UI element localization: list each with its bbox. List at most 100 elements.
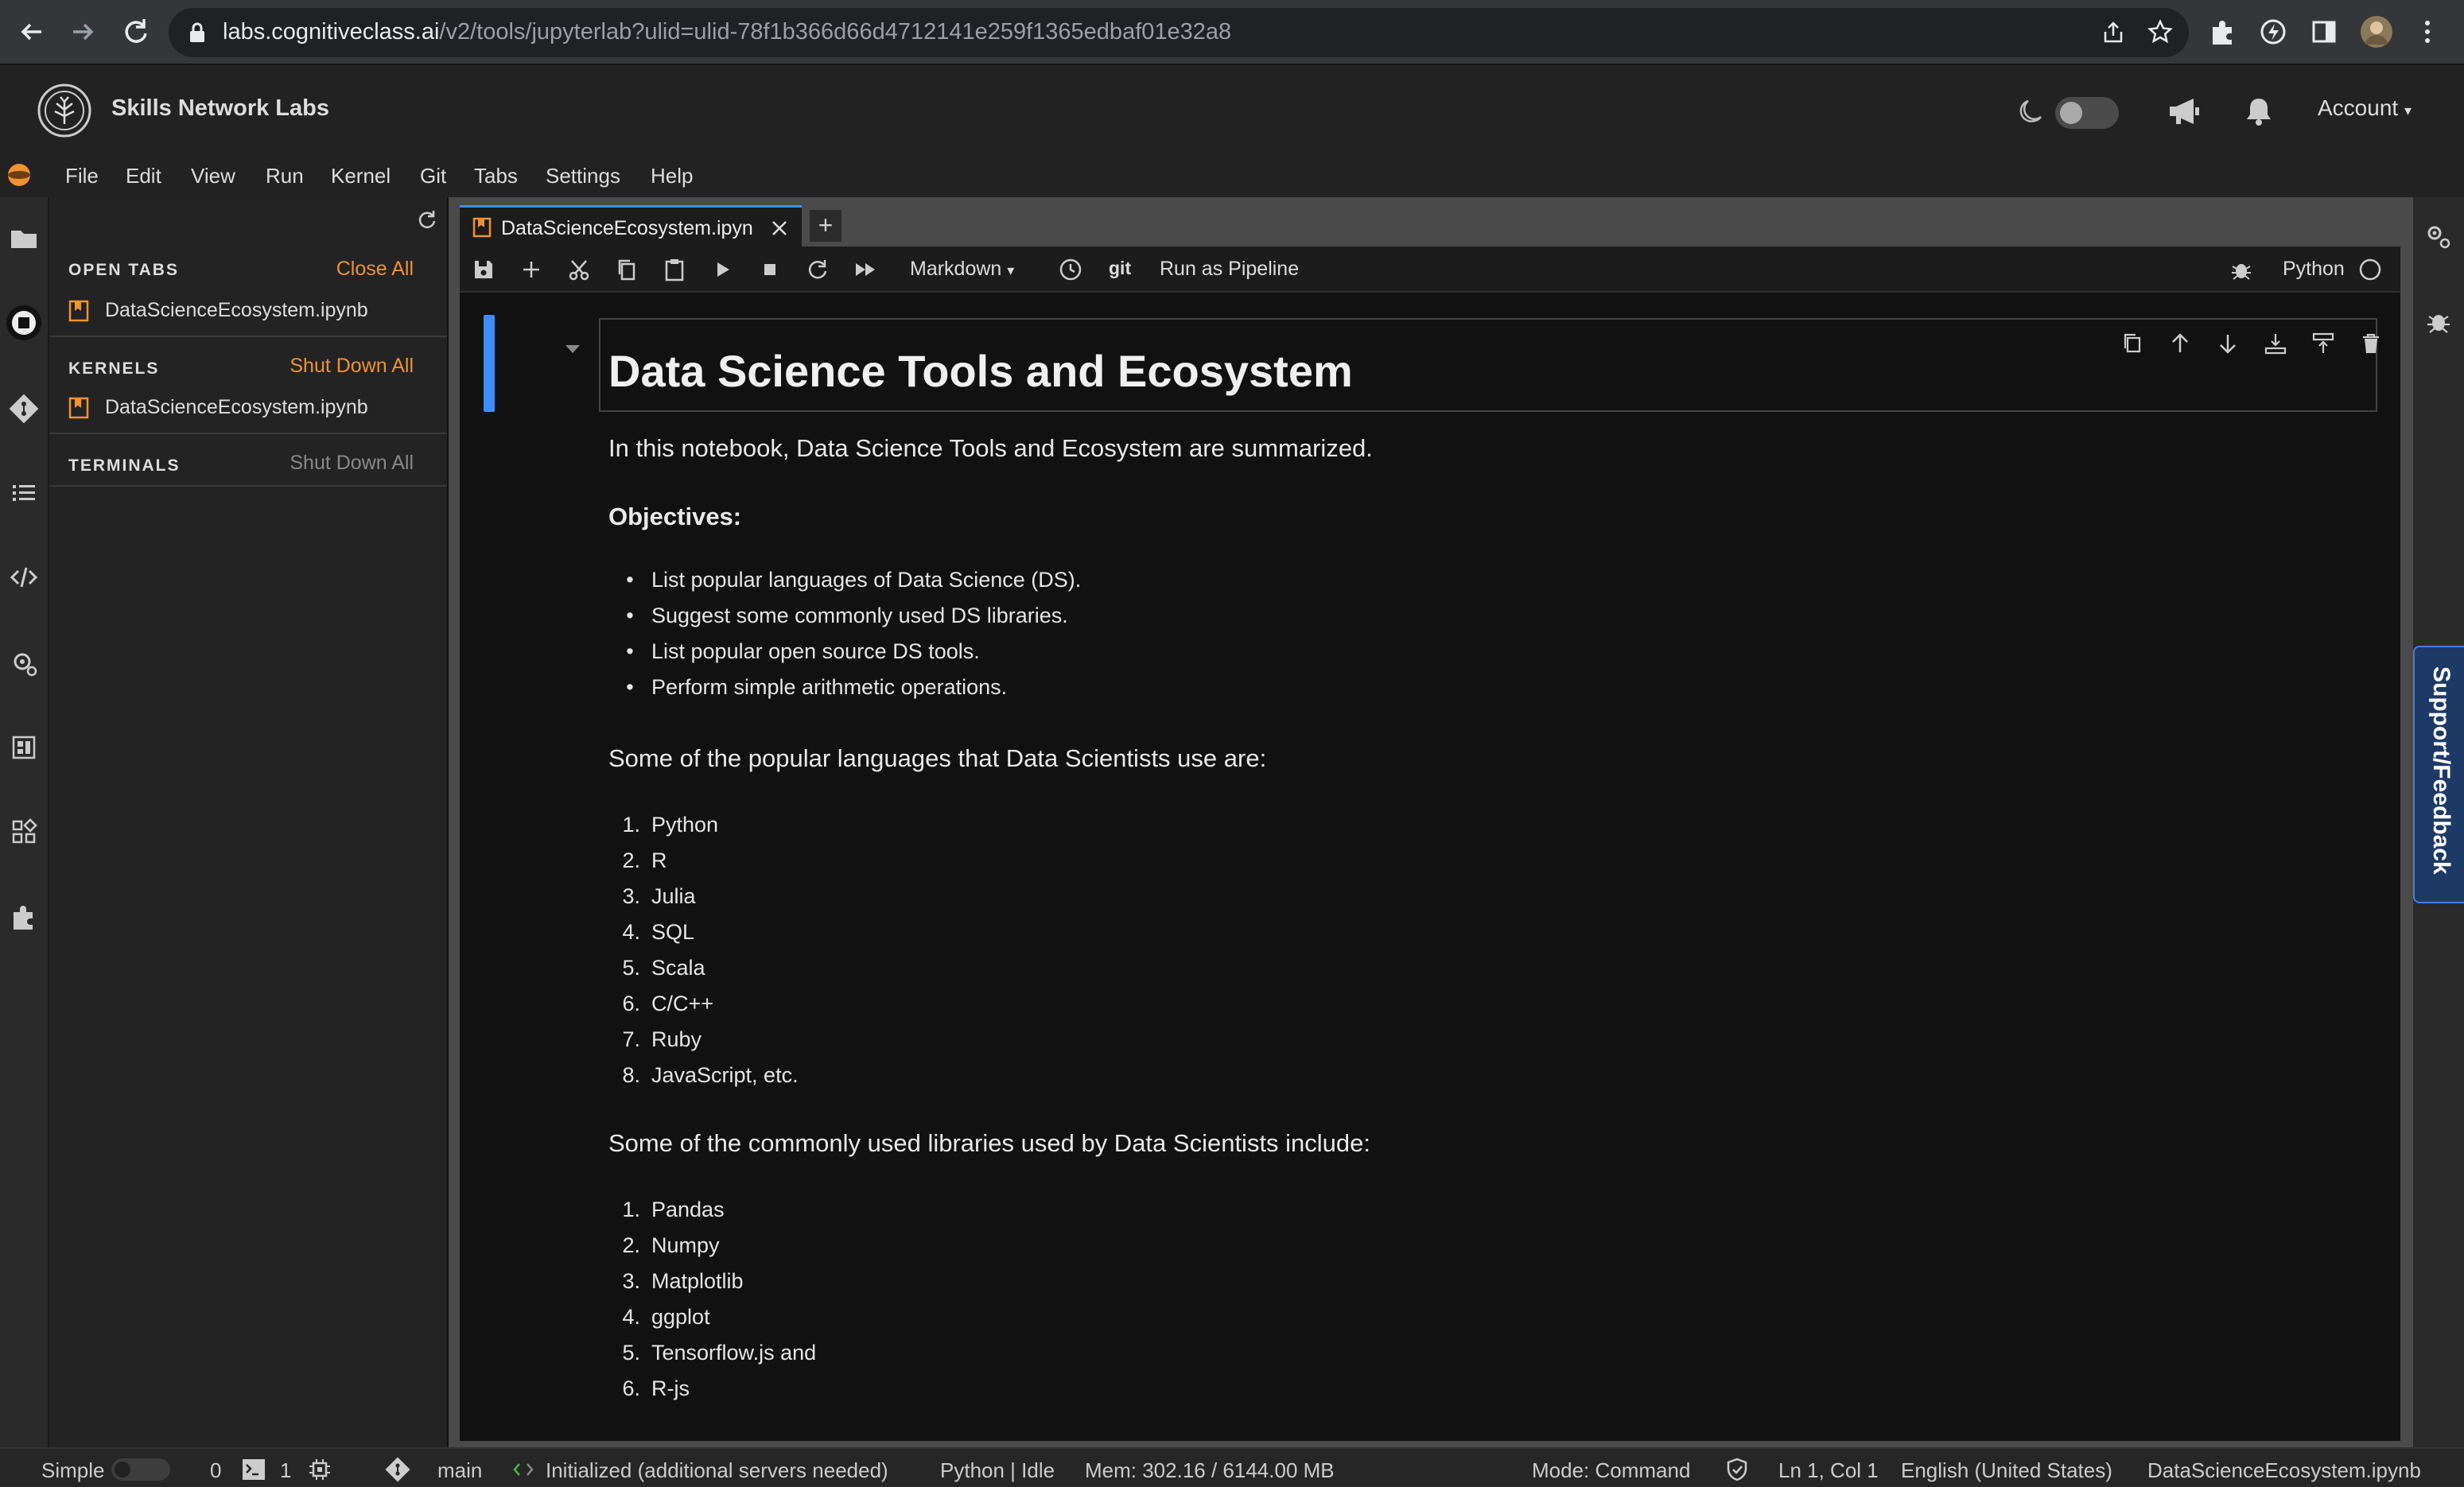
duplicate-cell-icon[interactable] bbox=[2120, 331, 2145, 356]
markdown-cell-heading[interactable]: Data Science Tools and Ecosystem bbox=[599, 318, 2379, 412]
lsp-status[interactable]: Initialized (additional servers needed) bbox=[546, 1458, 888, 1483]
address-bar[interactable]: labs.cognitiveclass.ai/v2/tools/jupyterl… bbox=[169, 8, 2189, 57]
back-icon[interactable] bbox=[14, 14, 49, 49]
debugger-bug-icon[interactable] bbox=[2423, 305, 2454, 337]
extensions-puzzle-icon[interactable] bbox=[2205, 14, 2240, 49]
restart-kernel-icon[interactable] bbox=[805, 257, 830, 282]
language-item: 8. JavaScript, etc. bbox=[622, 1063, 799, 1087]
terminal-count[interactable]: 0 bbox=[210, 1458, 221, 1483]
kernel-idle-circle-icon bbox=[2357, 257, 2383, 282]
running-sessions-stop-icon[interactable] bbox=[6, 305, 41, 340]
git-icon[interactable] bbox=[6, 391, 41, 426]
dark-mode-toggle[interactable] bbox=[2055, 97, 2119, 129]
menu-edit[interactable]: Edit bbox=[126, 164, 161, 188]
property-inspector-gears-icon[interactable] bbox=[2423, 221, 2454, 253]
property-inspector-gears-icon[interactable] bbox=[6, 646, 41, 681]
browser-menu-icon[interactable] bbox=[2410, 14, 2445, 49]
cursor-position[interactable]: Ln 1, Col 1 bbox=[1778, 1458, 1879, 1483]
move-down-arrow-icon[interactable] bbox=[2215, 331, 2241, 356]
skills-network-logo[interactable] bbox=[37, 83, 92, 138]
open-tabs-title: OPEN TABS bbox=[68, 261, 179, 279]
run-as-pipeline-button[interactable]: Run as Pipeline bbox=[1160, 258, 1299, 281]
trusted-shield-icon[interactable] bbox=[1724, 1457, 1750, 1482]
kernels-shut-down-all-button[interactable]: Shut Down All bbox=[290, 355, 414, 378]
extension-manager-puzzle-icon[interactable] bbox=[6, 900, 41, 935]
spellcheck-language[interactable]: English (United States) bbox=[1901, 1458, 2112, 1483]
status-bar: Simple 0 1 main Initialized (additional … bbox=[0, 1447, 2464, 1487]
cell-type-dropdown[interactable]: Markdown ▾ bbox=[910, 258, 1014, 281]
library-item: 3. Matplotlib bbox=[622, 1269, 744, 1293]
brand-name[interactable]: Skills Network Labs bbox=[111, 95, 329, 122]
languages-intro: Some of the popular languages that Data … bbox=[608, 744, 1267, 772]
close-all-button[interactable]: Close All bbox=[336, 258, 414, 281]
language-item: 2. R bbox=[622, 848, 667, 872]
terminal-icon[interactable] bbox=[242, 1458, 266, 1481]
terminals-shut-down-all-button[interactable]: Shut Down All bbox=[290, 452, 414, 475]
menu-git[interactable]: Git bbox=[420, 164, 446, 188]
account-menu[interactable]: Account ▾ bbox=[2318, 95, 2412, 121]
share-icon[interactable] bbox=[2101, 21, 2125, 45]
extension-bolt-icon[interactable] bbox=[2256, 14, 2291, 49]
save-icon[interactable] bbox=[471, 257, 496, 282]
language-item: 4. SQL bbox=[622, 920, 695, 944]
git-branch-icon[interactable] bbox=[383, 1455, 412, 1484]
kernel-chip-icon[interactable] bbox=[307, 1457, 332, 1482]
copy-icon[interactable] bbox=[614, 257, 639, 282]
file-browser-folder-icon[interactable] bbox=[6, 221, 41, 256]
paste-clipboard-icon[interactable] bbox=[662, 257, 687, 282]
lsp-code-icon[interactable] bbox=[512, 1458, 534, 1481]
support-feedback-tab[interactable]: Support/Feedback bbox=[2413, 646, 2464, 903]
announcements-megaphone-icon[interactable] bbox=[2167, 95, 2202, 127]
forward-icon[interactable] bbox=[65, 14, 100, 49]
move-up-arrow-icon[interactable] bbox=[2167, 331, 2193, 356]
git-diff-button[interactable]: git bbox=[1109, 258, 1131, 279]
extension-blocks-icon[interactable] bbox=[6, 814, 41, 849]
side-panel-icon[interactable] bbox=[2307, 14, 2342, 49]
menu-tabs[interactable]: Tabs bbox=[474, 164, 518, 188]
new-launcher-button[interactable]: + bbox=[810, 210, 841, 242]
kernel-name[interactable]: Python bbox=[2283, 258, 2345, 281]
run-all-fast-forward-icon[interactable] bbox=[853, 257, 878, 282]
open-tab-item[interactable]: DataScienceEcosystem.ipynb bbox=[68, 299, 368, 322]
table-of-contents-icon[interactable] bbox=[6, 476, 41, 511]
running-sessions-panel: OPEN TABS Close All DataScienceEcosystem… bbox=[49, 197, 449, 1447]
close-tab-icon[interactable] bbox=[770, 219, 789, 238]
git-branch-name[interactable]: main bbox=[437, 1458, 482, 1483]
reload-icon[interactable] bbox=[118, 14, 153, 49]
run-play-icon[interactable] bbox=[709, 257, 735, 282]
menu-help[interactable]: Help bbox=[651, 164, 693, 188]
debugger-bug-icon[interactable] bbox=[2229, 257, 2254, 282]
chevron-down-icon: ▾ bbox=[2404, 103, 2412, 118]
refresh-icon[interactable] bbox=[415, 208, 437, 231]
profile-avatar[interactable] bbox=[2359, 14, 2394, 49]
objective-item: • List popular open source DS tools. bbox=[626, 639, 980, 663]
menu-settings[interactable]: Settings bbox=[546, 164, 620, 188]
kernel-item[interactable]: DataScienceEcosystem.ipynb bbox=[68, 396, 368, 419]
insert-cell-plus-icon[interactable] bbox=[519, 257, 544, 282]
main-dock-area: DataScienceEcosystem.ipyn + Markdown ▾ g… bbox=[449, 197, 2413, 1447]
bookmark-star-icon[interactable] bbox=[2147, 19, 2173, 45]
tab-notebook[interactable]: DataScienceEcosystem.ipyn bbox=[460, 205, 802, 247]
library-item: 2. Numpy bbox=[622, 1233, 720, 1257]
insert-below-icon[interactable] bbox=[2263, 331, 2288, 356]
menu-view[interactable]: View bbox=[191, 164, 235, 188]
kernel-count[interactable]: 1 bbox=[280, 1458, 291, 1483]
simple-mode-toggle[interactable] bbox=[111, 1458, 170, 1481]
notifications-bell-icon[interactable] bbox=[2243, 95, 2275, 127]
pipeline-components-icon[interactable] bbox=[6, 730, 41, 765]
collapse-triangle-icon[interactable] bbox=[563, 342, 582, 356]
history-clock-icon[interactable] bbox=[1058, 257, 1083, 282]
kernel-status[interactable]: Python | Idle bbox=[940, 1458, 1055, 1483]
notebook-panel[interactable]: Data Science Tools and Ecosystem In this… bbox=[460, 293, 2400, 1441]
interrupt-stop-icon[interactable] bbox=[757, 257, 783, 282]
delete-cell-trash-icon[interactable] bbox=[2358, 331, 2384, 356]
cut-scissors-icon[interactable] bbox=[566, 257, 592, 282]
notebook-icon bbox=[68, 397, 89, 419]
objective-item: • Perform simple arithmetic operations. bbox=[626, 675, 1008, 699]
insert-above-icon[interactable] bbox=[2310, 331, 2336, 356]
language-item: 3. Julia bbox=[622, 884, 696, 908]
menu-file[interactable]: File bbox=[65, 164, 99, 188]
menu-kernel[interactable]: Kernel bbox=[331, 164, 391, 188]
menu-run[interactable]: Run bbox=[266, 164, 304, 188]
code-snippets-icon[interactable] bbox=[6, 560, 41, 595]
